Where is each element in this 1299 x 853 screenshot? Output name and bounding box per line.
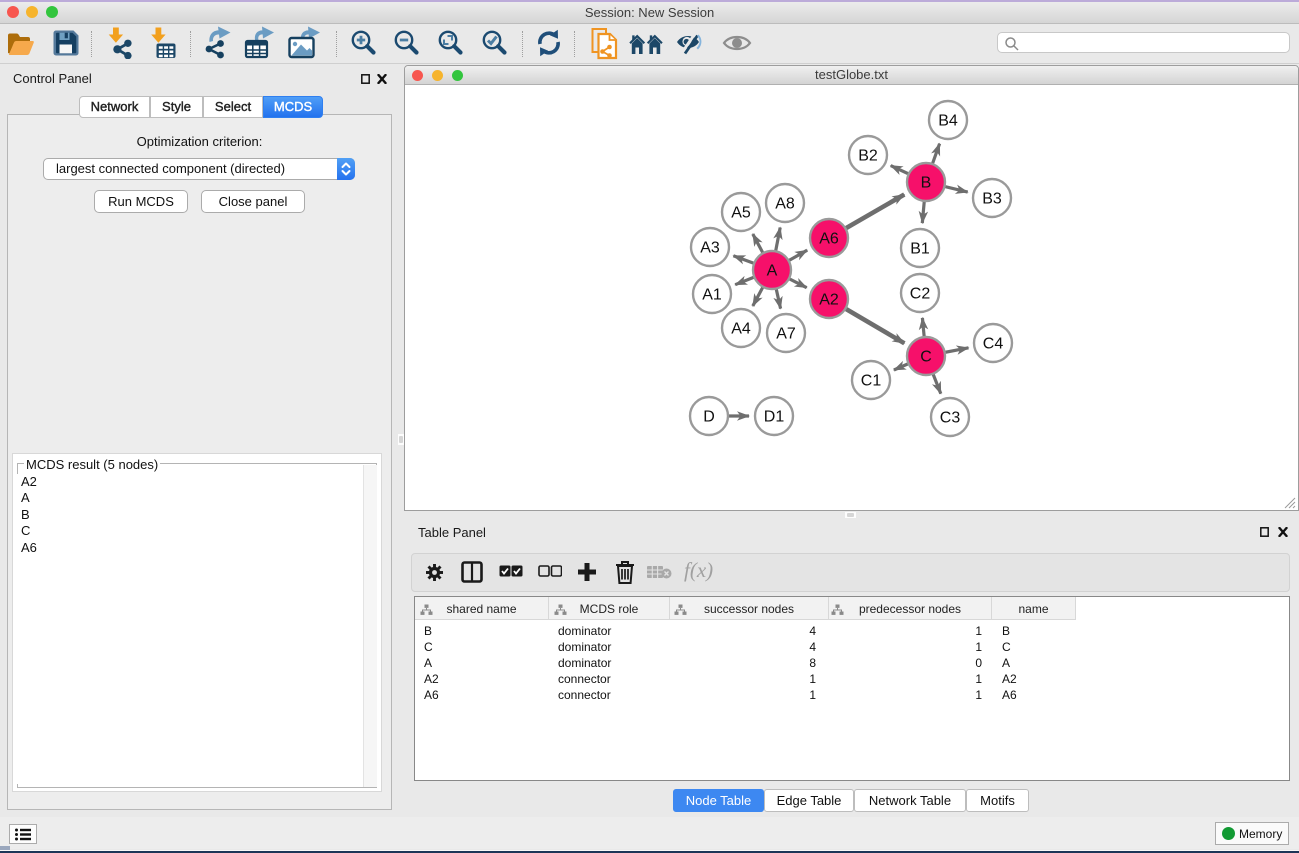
- svg-text:C4: C4: [983, 336, 1004, 353]
- svg-text:D: D: [703, 409, 715, 426]
- svg-text:A7: A7: [776, 326, 796, 343]
- svg-text:C: C: [920, 349, 932, 366]
- svg-text:B2: B2: [858, 148, 878, 165]
- svg-text:D1: D1: [764, 409, 785, 426]
- svg-text:A8: A8: [775, 196, 795, 213]
- svg-text:A2: A2: [819, 292, 839, 309]
- svg-text:B: B: [921, 175, 932, 192]
- svg-text:C2: C2: [910, 286, 931, 303]
- svg-text:B4: B4: [938, 113, 958, 130]
- svg-text:A6: A6: [819, 231, 839, 248]
- svg-text:A1: A1: [702, 287, 722, 304]
- svg-text:A: A: [767, 263, 778, 280]
- svg-text:C3: C3: [940, 410, 961, 427]
- svg-text:A3: A3: [700, 240, 720, 257]
- svg-text:A4: A4: [731, 321, 751, 338]
- svg-text:C1: C1: [861, 373, 882, 390]
- svg-text:A5: A5: [731, 205, 751, 222]
- svg-text:B3: B3: [982, 191, 1002, 208]
- svg-text:B1: B1: [910, 241, 930, 258]
